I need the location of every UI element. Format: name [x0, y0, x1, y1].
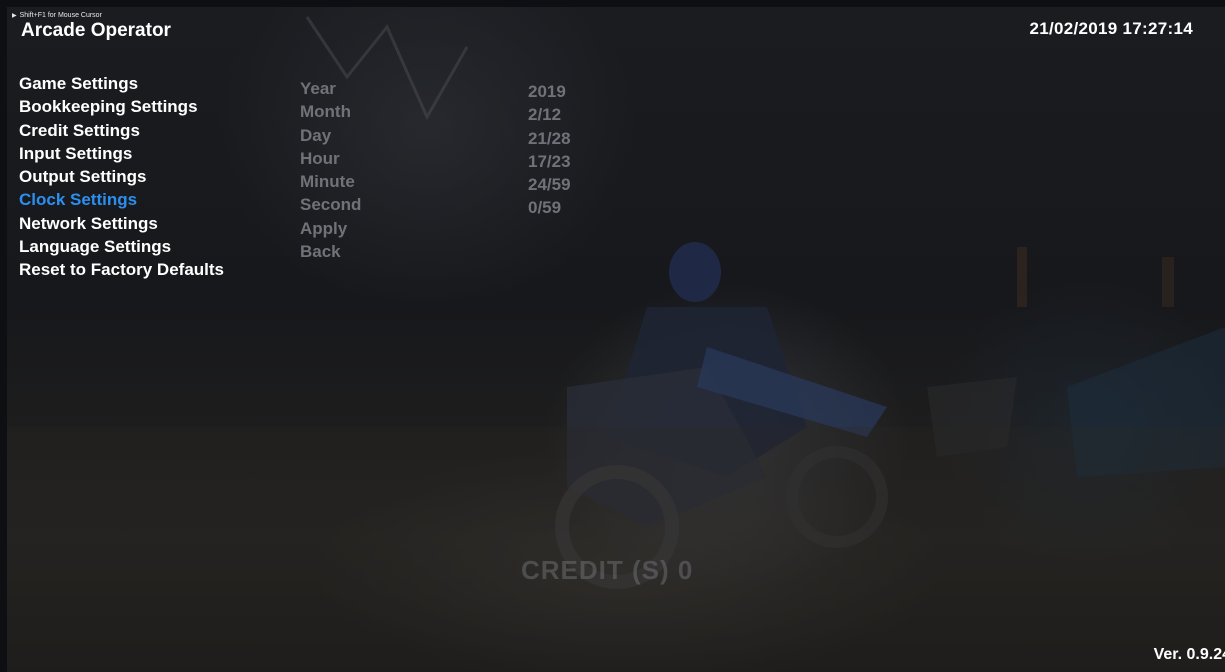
- month-option[interactable]: Month: [300, 100, 361, 123]
- menu-item-output-settings[interactable]: Output Settings: [19, 165, 224, 188]
- menu-item-input-settings[interactable]: Input Settings: [19, 142, 224, 165]
- settings-menu: Game Settings Bookkeeping Settings Credi…: [19, 72, 224, 282]
- menu-item-network-settings[interactable]: Network Settings: [19, 212, 224, 235]
- mouse-cursor-hint: ▶ Shift+F1 for Mouse Cursor: [12, 12, 102, 19]
- second-value: 0/59: [528, 198, 562, 218]
- menu-item-language-settings[interactable]: Language Settings: [19, 235, 224, 258]
- play-arrow-icon: ▶: [12, 13, 17, 19]
- hour-option[interactable]: Hour: [300, 147, 361, 170]
- day-value: 21/28: [528, 128, 571, 148]
- hour-value: 17/23: [528, 151, 571, 171]
- day-option[interactable]: Day: [300, 124, 361, 147]
- year-value: 2019: [528, 82, 566, 101]
- menu-item-reset-factory-defaults[interactable]: Reset to Factory Defaults: [19, 258, 224, 281]
- minute-value: 24/59: [528, 175, 571, 195]
- datetime-display: 21/02/2019 17:27:14: [1029, 19, 1193, 38]
- year-option[interactable]: Year: [300, 77, 361, 100]
- menu-item-game-settings[interactable]: Game Settings: [19, 72, 224, 95]
- page-title: Arcade Operator: [21, 20, 171, 41]
- menu-item-bookkeeping-settings[interactable]: Bookkeeping Settings: [19, 95, 224, 118]
- menu-item-credit-settings[interactable]: Credit Settings: [19, 119, 224, 142]
- version-label: Ver. 0.9.24: [1153, 646, 1225, 663]
- clock-settings-values: 2019 2/12 21/28 17/23 24/59 0/59: [528, 80, 571, 220]
- menu-item-clock-settings[interactable]: Clock Settings: [19, 188, 224, 211]
- back-button[interactable]: Back: [300, 240, 361, 263]
- apply-button[interactable]: Apply: [300, 217, 361, 240]
- credit-counter: CREDIT (S) 0: [521, 555, 694, 585]
- second-option[interactable]: Second: [300, 193, 361, 216]
- clock-settings-labels: Year Month Day Hour Minute Second Apply …: [300, 77, 361, 263]
- hint-text: Shift+F1 for Mouse Cursor: [19, 12, 102, 19]
- month-value: 2/12: [528, 105, 562, 125]
- minute-option[interactable]: Minute: [300, 170, 361, 193]
